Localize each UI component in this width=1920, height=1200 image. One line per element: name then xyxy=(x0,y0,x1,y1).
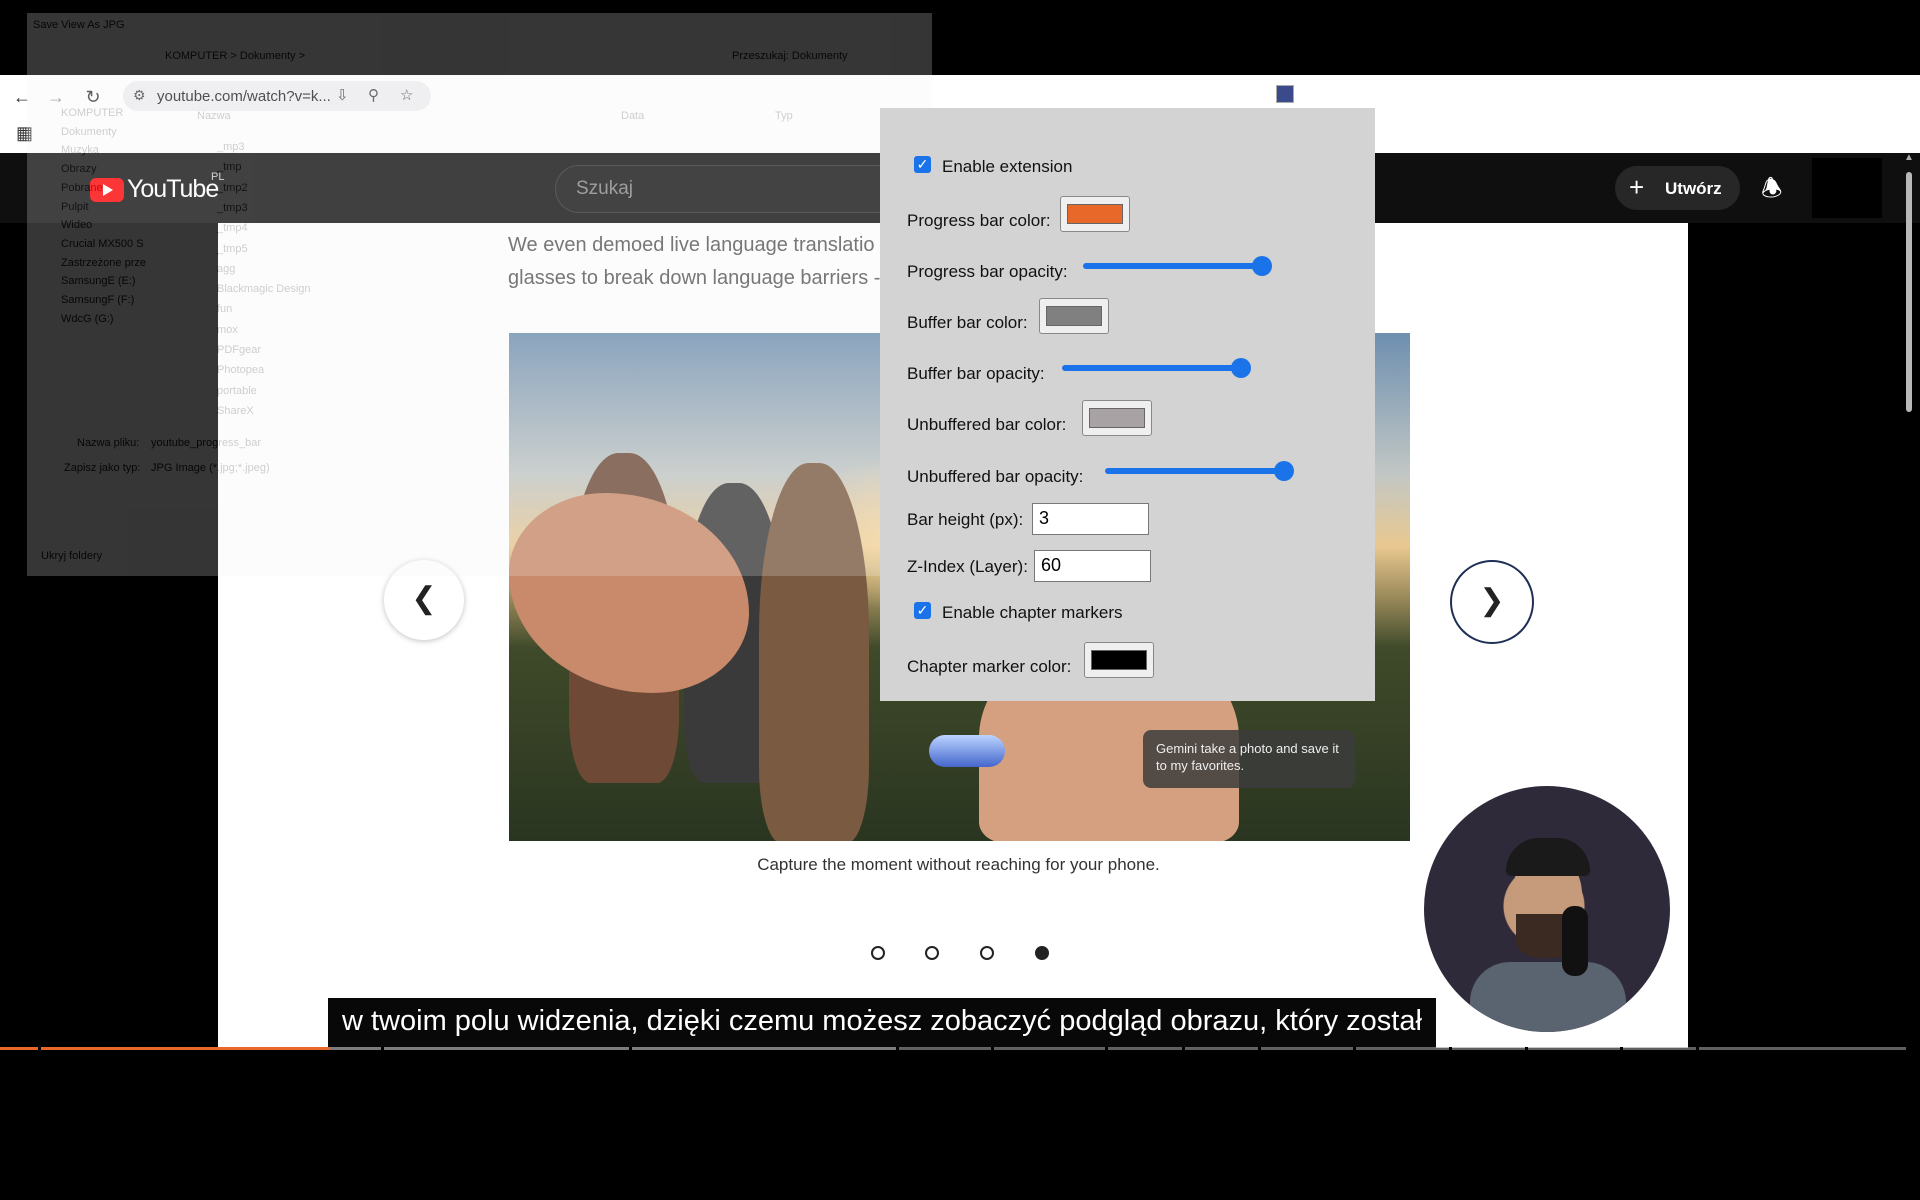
slide-caption: Capture the moment without reaching for … xyxy=(757,855,1160,874)
dialog-sidebar-item: SamsungE (E:) xyxy=(61,275,136,288)
carousel-dot xyxy=(980,946,994,960)
scrollbar[interactable] xyxy=(1906,160,1914,420)
youtube-play-icon xyxy=(90,177,124,202)
slider-thumb[interactable] xyxy=(1252,256,1272,276)
buffer-color-label: Buffer bar color: xyxy=(907,313,1028,332)
progress-color-picker[interactable] xyxy=(1060,196,1130,232)
unbuffered-color-picker[interactable] xyxy=(1082,400,1152,436)
buffer-color-fill xyxy=(1046,306,1102,326)
progress-opacity-label: Progress bar opacity: xyxy=(907,262,1068,281)
url-text[interactable]: youtube.com/watch?v=k... xyxy=(157,88,331,105)
carousel-dot xyxy=(871,946,885,960)
bell-icon[interactable]: 🕭 xyxy=(1761,171,1782,212)
buffer-color-picker[interactable] xyxy=(1039,298,1109,334)
youtube-logo[interactable]: YouTube PL xyxy=(90,171,224,204)
carousel-dot xyxy=(925,946,939,960)
plus-icon: + xyxy=(1629,172,1645,202)
zindex-label: Z-Index (Layer): xyxy=(907,557,1028,576)
dialog-sidebar-item: Zastrzeżone prze xyxy=(61,256,146,269)
region-code: PL xyxy=(211,171,225,183)
install-app-icon[interactable]: ⇩ xyxy=(336,86,349,104)
bar-height-input[interactable]: 3 xyxy=(1032,503,1149,535)
search-placeholder: Szukaj xyxy=(576,178,634,199)
carousel-dot-active xyxy=(1035,946,1049,960)
gemini-pill xyxy=(929,735,1005,767)
chapter-color-fill xyxy=(1091,650,1147,670)
chapter-marker xyxy=(1257,1047,1261,1050)
unbuffered-color-label: Unbuffered bar color: xyxy=(907,415,1067,434)
progress-color-label: Progress bar color: xyxy=(907,211,1051,230)
chapter-marker xyxy=(1105,1047,1109,1050)
extension-popup: ✓ Enable extension Progress bar color: P… xyxy=(880,108,1375,701)
chapter-marker xyxy=(895,1047,899,1050)
create-label: Utwórz xyxy=(1665,179,1722,198)
site-info-icon[interactable]: ⚙ xyxy=(133,87,146,104)
chapter-marker xyxy=(991,1047,995,1050)
zoom-icon[interactable]: ⚲ xyxy=(368,86,379,104)
chapter-marker xyxy=(1448,1047,1452,1050)
zindex-input[interactable]: 60 xyxy=(1034,550,1151,582)
unbuffered-opacity-slider[interactable] xyxy=(1105,461,1294,481)
chevron-right-icon: ❯ xyxy=(1450,560,1534,644)
youtube-wordmark: YouTube xyxy=(127,175,219,203)
chapter-marker xyxy=(1353,1047,1357,1050)
played-bar xyxy=(0,1047,330,1050)
arrow-right-icon[interactable]: → xyxy=(44,85,68,109)
reload-icon[interactable]: ↻ xyxy=(81,85,105,109)
chapter-markers-checkbox[interactable]: ✓ xyxy=(914,602,931,619)
chapter-marker xyxy=(628,1047,632,1050)
chapter-marker xyxy=(1181,1047,1185,1050)
chapter-markers-label: Enable chapter markers xyxy=(942,603,1123,622)
scrollbar-thumb[interactable] xyxy=(1906,172,1912,412)
arrow-left-icon[interactable]: ← xyxy=(10,85,34,109)
buffer-opacity-slider[interactable] xyxy=(1062,358,1251,378)
chapter-marker xyxy=(1620,1047,1624,1050)
webcam-overlay xyxy=(1424,786,1670,1032)
create-button[interactable]: + Utwórz xyxy=(1615,166,1740,210)
dialog-search: Przeszukaj: Dokumenty xyxy=(732,50,848,62)
progress-bar[interactable] xyxy=(0,1047,1906,1050)
enable-extension-label: Enable extension xyxy=(942,157,1073,176)
chapter-marker xyxy=(1524,1047,1528,1050)
chapter-color-picker[interactable] xyxy=(1084,642,1154,678)
chevron-left-icon: ❮ xyxy=(384,560,464,640)
bar-height-label: Bar height (px): xyxy=(907,510,1024,529)
apps-grid-icon[interactable]: ▦ xyxy=(16,123,33,144)
chapter-marker xyxy=(381,1047,385,1050)
progress-opacity-slider[interactable] xyxy=(1083,256,1272,276)
search-input[interactable]: Szukaj xyxy=(555,165,917,213)
unbuffered-opacity-label: Unbuffered bar opacity: xyxy=(907,467,1084,486)
buffer-opacity-label: Buffer bar opacity: xyxy=(907,364,1045,383)
slider-thumb[interactable] xyxy=(1231,358,1251,378)
dialog-hide-folders: Ukryj foldery xyxy=(41,550,103,562)
dialog-title: Save View As JPG xyxy=(33,19,125,31)
unbuffered-color-fill xyxy=(1089,408,1145,428)
bookmark-star-icon[interactable]: ☆ xyxy=(400,86,413,104)
dialog-breadcrumb: KOMPUTER > Dokumenty > xyxy=(165,50,305,62)
extension-icon[interactable] xyxy=(1276,85,1294,103)
chapter-color-label: Chapter marker color: xyxy=(907,657,1072,676)
avatar[interactable] xyxy=(1812,158,1882,218)
dialog-sidebar-item: SamsungF (F:) xyxy=(61,294,135,306)
dialog-sidebar-item: Crucial MX500 S xyxy=(61,237,144,250)
address-bar[interactable]: ⚙ youtube.com/watch?v=k... ⇩ ⚲ ☆ xyxy=(123,81,431,111)
dialog-filename-label: Nazwa pliku: xyxy=(77,437,140,449)
dialog-sidebar-item: WdcG (G:) xyxy=(61,312,114,325)
chapter-marker xyxy=(1696,1047,1700,1050)
dialog-type-label: Zapisz jako typ: xyxy=(64,462,141,474)
progress-color-fill xyxy=(1067,204,1123,224)
enable-extension-checkbox[interactable]: ✓ xyxy=(914,156,931,173)
video-subtitle: w twoim polu widzenia, dzięki czemu może… xyxy=(328,998,1436,1048)
slider-thumb[interactable] xyxy=(1274,461,1294,481)
chapter-marker xyxy=(38,1047,42,1050)
gemini-bubble: Gemini take a photo and save it to my fa… xyxy=(1143,730,1355,788)
